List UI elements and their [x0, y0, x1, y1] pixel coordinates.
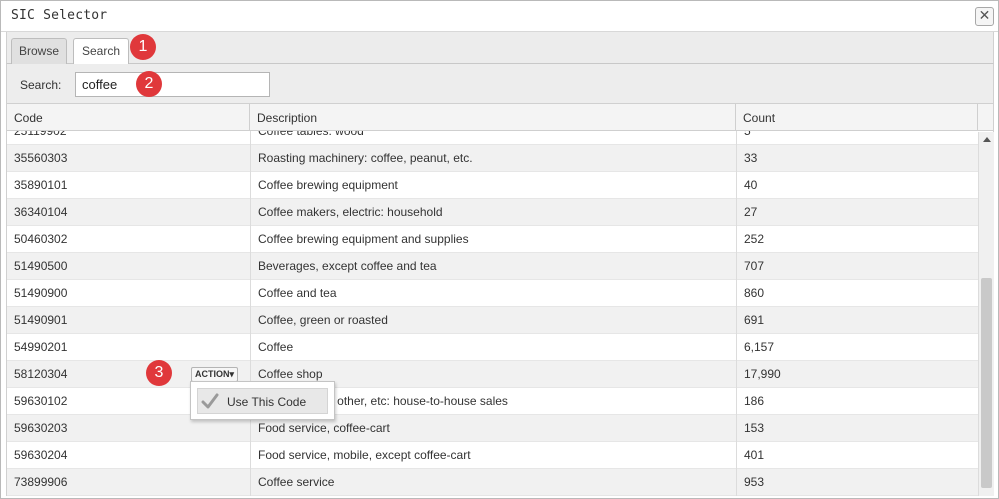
window-title: SIC Selector: [11, 8, 108, 23]
description-cell: Coffee brewing equipment: [250, 172, 736, 199]
annotation-badge-3: 3: [146, 360, 172, 386]
count-cell: 27: [736, 199, 978, 226]
count-cell: 186: [736, 388, 978, 415]
count-cell: 17,990: [736, 361, 978, 388]
table-row[interactable]: 50460302 Coffee brewing equipment and sup…: [7, 226, 978, 253]
description-cell: Coffee brewing equipment and supplies: [250, 226, 736, 253]
count-cell: 33: [736, 145, 978, 172]
count-cell: 860: [736, 280, 978, 307]
tab-search[interactable]: Search: [73, 38, 129, 65]
description-cell: Coffee and tea: [250, 280, 736, 307]
code-cell: 35890101: [14, 178, 68, 192]
scroll-thumb[interactable]: [981, 278, 992, 488]
code-cell: 73899906: [14, 475, 68, 489]
count-cell: 252: [736, 226, 978, 253]
table-row[interactable]: 36340104 Coffee makers, electric: househo…: [7, 199, 978, 226]
table-row[interactable]: 59630204 Food service, mobile, except cof…: [7, 442, 978, 469]
description-cell: Roasting machinery: coffee, peanut, etc.: [250, 145, 736, 172]
caret-down-icon: ▾: [229, 369, 235, 379]
description-cell: Coffee service: [250, 469, 736, 496]
table-row[interactable]: 73899906 Coffee service 953: [7, 469, 978, 496]
vertical-scrollbar[interactable]: [978, 132, 994, 496]
code-cell: 35560303: [14, 151, 68, 165]
description-cell: Coffee, green or roasted: [250, 307, 736, 334]
table-row[interactable]: 51490901 Coffee, green or roasted 691: [7, 307, 978, 334]
count-cell: 707: [736, 253, 978, 280]
code-cell: 51490901: [14, 313, 68, 327]
action-dropdown-menu: Use This Code: [190, 381, 335, 420]
checkmark-icon: [201, 393, 219, 409]
search-label: Search:: [20, 78, 62, 92]
table-row[interactable]: 51490500 Beverages, except coffee and tea…: [7, 253, 978, 280]
title-bar: SIC Selector ✕: [1, 1, 998, 32]
description-cell: Food service, mobile, except coffee-cart: [250, 442, 736, 469]
table-row[interactable]: 35560303 Roasting machinery: coffee, pean…: [7, 145, 978, 172]
count-cell: 40: [736, 172, 978, 199]
description-cell: Coffee: [250, 334, 736, 361]
code-cell: 51490500: [14, 259, 68, 273]
table-row[interactable]: 35890101 Coffee brewing equipment 40: [7, 172, 978, 199]
count-cell: 691: [736, 307, 978, 334]
annotation-badge-1: 1: [130, 34, 156, 60]
scroll-up-arrow-icon[interactable]: [983, 137, 991, 142]
description-cell: Coffee makers, electric: household: [250, 199, 736, 226]
column-header-description[interactable]: Description: [250, 104, 736, 131]
table-row[interactable]: 59630203 Food service, coffee-cart 153: [7, 415, 978, 442]
close-button[interactable]: ✕: [975, 7, 994, 26]
action-button-label: ACTION: [195, 369, 230, 379]
table-row[interactable]: 59630102 Coffee, tea, or other, etc: hous…: [7, 388, 978, 415]
code-cell: 50460302: [14, 232, 68, 246]
use-this-code-menu-item[interactable]: Use This Code: [197, 388, 328, 414]
annotation-badge-2: 2: [136, 71, 162, 97]
count-cell: 6,157: [736, 334, 978, 361]
table-row[interactable]: 54990201 Coffee 6,157: [7, 334, 978, 361]
action-button[interactable]: ACTION▾: [191, 367, 239, 382]
sic-selector-window: SIC Selector ✕ Browse Search Search: 251…: [0, 0, 999, 499]
description-cell: Beverages, except coffee and tea: [250, 253, 736, 280]
column-header-count[interactable]: Count: [736, 104, 978, 131]
count-cell: 401: [736, 442, 978, 469]
grid-header: Code Description Count: [7, 104, 993, 131]
search-input[interactable]: [75, 72, 270, 97]
code-cell: 54990201: [14, 340, 68, 354]
code-cell: 36340104: [14, 205, 68, 219]
use-this-code-label: Use This Code: [227, 395, 307, 409]
code-cell: 51490900: [14, 286, 68, 300]
tab-browse[interactable]: Browse: [11, 38, 67, 64]
results-grid: 25119902 Coffee tables: wood 5 35560303 R…: [6, 104, 994, 496]
count-cell: 153: [736, 415, 978, 442]
column-header-code[interactable]: Code: [7, 104, 250, 131]
table-row[interactable]: 51490900 Coffee and tea 860: [7, 280, 978, 307]
code-cell: 59630204: [14, 448, 68, 462]
grid-rows: 25119902 Coffee tables: wood 5 35560303 R…: [7, 118, 978, 496]
count-cell: 953: [736, 469, 978, 496]
